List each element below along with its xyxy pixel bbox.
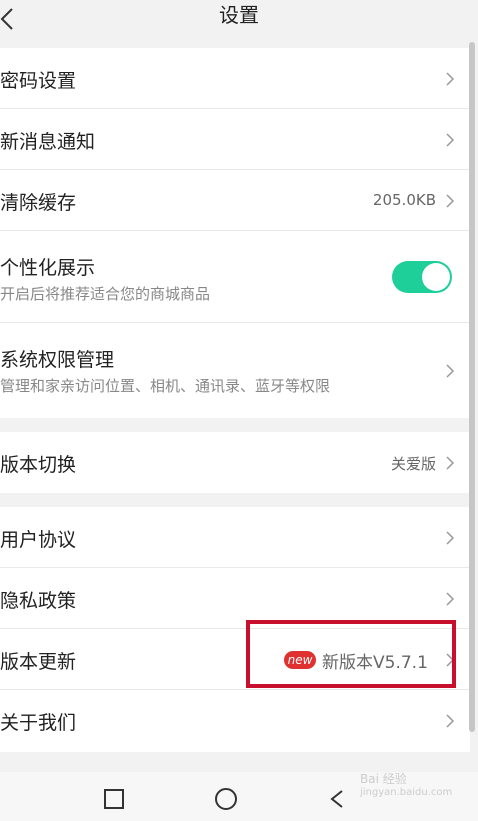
- toggle-knob: [422, 263, 450, 291]
- personalized-display-toggle[interactable]: [392, 261, 452, 293]
- settings-group-1: 密码设置 新消息通知 清除缓存 205.0KB 个性化展示 开启后将推荐适合您的…: [0, 48, 470, 418]
- row-system-permission-management[interactable]: 系统权限管理 管理和家亲访问位置、相机、通讯录、蓝牙等权限: [0, 323, 470, 418]
- row-title: 版本切换: [0, 454, 77, 476]
- chevron-right-icon: [446, 531, 455, 545]
- watermark-subtext: jingyan.baidu.com: [360, 787, 453, 798]
- settings-group-2: 版本切换 关爱版: [0, 432, 470, 493]
- row-subtitle: 开启后将推荐适合您的商城商品: [0, 285, 211, 303]
- scrollbar[interactable]: [469, 42, 475, 732]
- row-user-agreement[interactable]: 用户协议: [0, 507, 470, 568]
- triangle-back-icon[interactable]: [326, 787, 350, 811]
- chevron-right-icon: [446, 194, 455, 208]
- circle-icon[interactable]: [214, 787, 238, 811]
- chevron-right-icon: [446, 133, 455, 147]
- chevron-right-icon: [446, 72, 455, 86]
- row-title: 新消息通知: [0, 131, 96, 153]
- chevron-right-icon: [446, 592, 455, 606]
- version-mode-value: 关爱版: [390, 455, 436, 473]
- page-title: 设置: [219, 3, 259, 27]
- row-title: 隐私政策: [0, 590, 77, 612]
- row-title: 用户协议: [0, 529, 77, 551]
- row-new-message-notification[interactable]: 新消息通知: [0, 109, 470, 170]
- row-title: 关于我们: [0, 712, 77, 734]
- header: 设置: [0, 0, 478, 48]
- row-title: 个性化展示: [0, 257, 96, 279]
- row-password-settings[interactable]: 密码设置: [0, 48, 470, 109]
- annotation-highlight-box: [246, 620, 456, 688]
- chevron-right-icon: [446, 714, 455, 728]
- row-version-switch[interactable]: 版本切换 关爱版: [0, 432, 470, 493]
- row-about-us[interactable]: 关于我们: [0, 690, 470, 751]
- row-title: 系统权限管理: [0, 349, 115, 371]
- chevron-right-icon: [446, 364, 455, 378]
- row-title: 版本更新: [0, 651, 77, 673]
- row-title: 密码设置: [0, 70, 77, 92]
- row-personalized-display: 个性化展示 开启后将推荐适合您的商城商品: [0, 231, 470, 323]
- chevron-right-icon: [446, 456, 455, 470]
- row-subtitle: 管理和家亲访问位置、相机、通讯录、蓝牙等权限: [0, 377, 331, 395]
- watermark-text: Bai 经验: [360, 772, 407, 786]
- watermark: Bai 经验 jingyan.baidu.com: [360, 770, 470, 810]
- row-clear-cache[interactable]: 清除缓存 205.0KB: [0, 170, 470, 231]
- cache-size-value: 205.0KB: [372, 191, 436, 209]
- square-icon[interactable]: [102, 787, 126, 811]
- row-title: 清除缓存: [0, 192, 77, 214]
